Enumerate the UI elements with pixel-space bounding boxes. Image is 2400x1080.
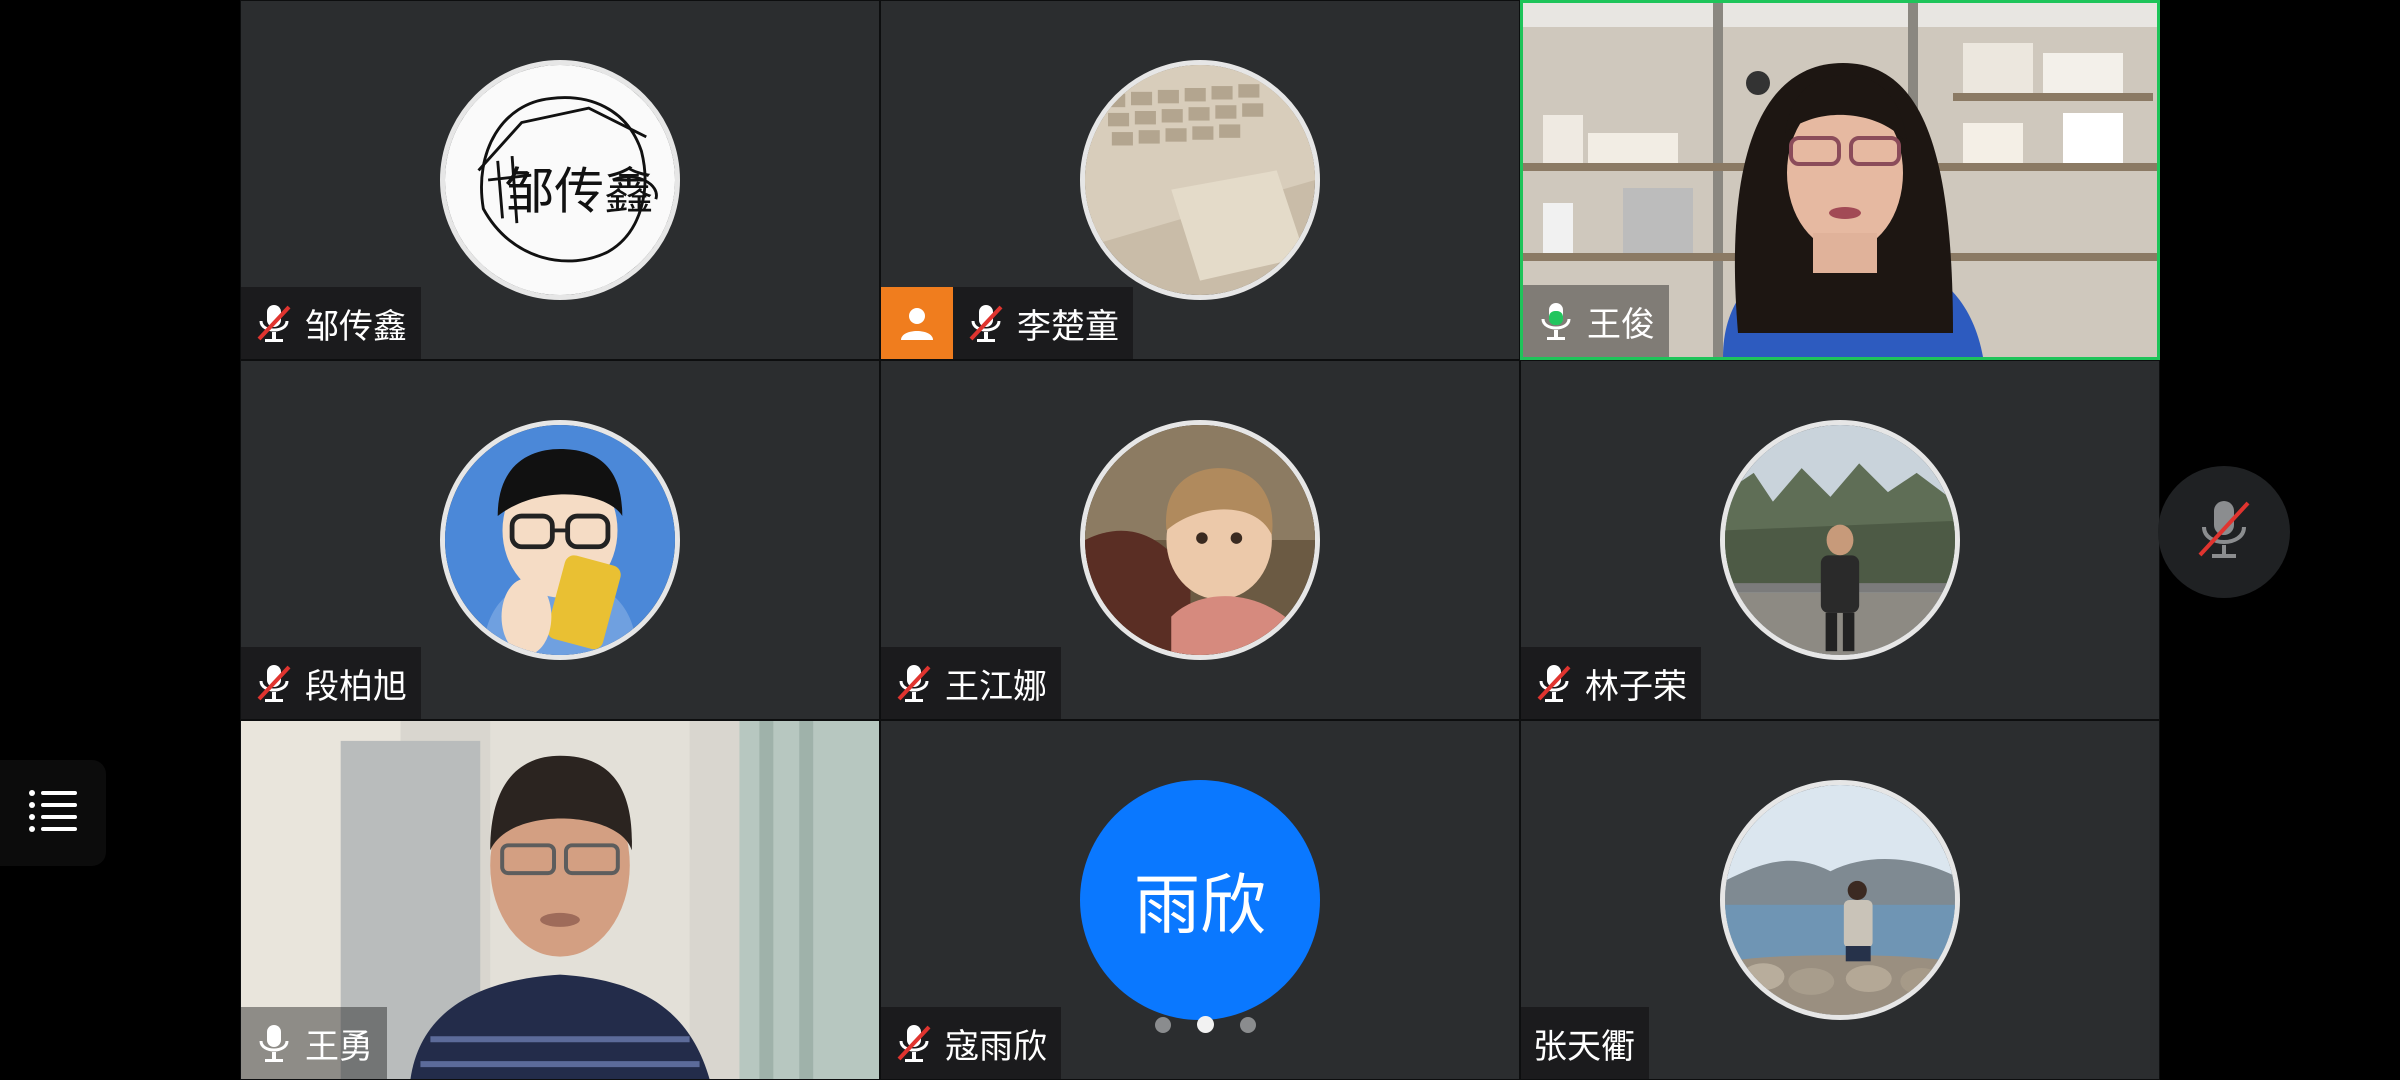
page-dot-current[interactable] — [1197, 1016, 1214, 1033]
participant-tile[interactable]: 段柏旭 — [240, 360, 880, 720]
name-label: 段柏旭 — [241, 647, 421, 719]
participant-avatar — [1720, 780, 1960, 1020]
list-icon — [27, 787, 79, 839]
mic-muted-icon — [893, 1021, 935, 1065]
video-grid: 邹传鑫 邹传鑫 李楚童 王俊 段柏旭 王江娜 林子荣 王勇 雨欣 寇雨欣 张天衢 — [240, 0, 2160, 1080]
name-label: 李楚童 — [881, 287, 1133, 359]
participant-name: 寇雨欣 — [945, 1026, 1047, 1067]
mic-icon — [253, 1021, 295, 1065]
page-dot[interactable] — [1155, 1016, 1171, 1033]
participant-avatar — [1080, 60, 1320, 300]
name-label: 王勇 — [241, 1007, 387, 1079]
name-label: 寇雨欣 — [881, 1007, 1061, 1079]
mic-muted-icon — [965, 301, 1007, 345]
mic-muted-icon — [893, 661, 935, 705]
name-label: 王江娜 — [881, 647, 1061, 719]
participant-name: 段柏旭 — [305, 666, 407, 707]
participant-tile[interactable]: 王江娜 — [880, 360, 1520, 720]
participant-name: 王勇 — [305, 1026, 373, 1067]
participant-tile[interactable]: 张天衢 — [1520, 720, 2160, 1080]
participant-name: 李楚童 — [1017, 306, 1119, 347]
mic-muted-icon — [2192, 495, 2256, 569]
page-indicator[interactable] — [1155, 1016, 1256, 1033]
participant-tile[interactable]: 王勇 — [240, 720, 880, 1080]
participant-avatar — [1080, 420, 1320, 660]
mic-muted-icon — [253, 661, 295, 705]
mute-toggle-button[interactable] — [2158, 466, 2290, 598]
participant-name: 邹传鑫 — [305, 306, 407, 347]
participant-tile[interactable]: 林子荣 — [1520, 360, 2160, 720]
participant-avatar — [440, 420, 680, 660]
initials-avatar: 雨欣 — [1080, 780, 1320, 1020]
name-label: 林子荣 — [1521, 647, 1701, 719]
doodle-text: 邹传鑫 — [504, 163, 653, 221]
mic-muted-icon — [253, 301, 295, 345]
participant-name: 张天衢 — [1533, 1026, 1635, 1067]
participant-name: 王江娜 — [945, 666, 1047, 707]
name-label: 王俊 — [1523, 285, 1669, 357]
name-label: 张天衢 — [1521, 1007, 1649, 1079]
participant-avatar — [1720, 420, 1960, 660]
participant-tile[interactable]: 邹传鑫 邹传鑫 — [240, 0, 880, 360]
participant-name: 林子荣 — [1585, 666, 1687, 707]
person-icon — [881, 287, 953, 359]
participant-name: 王俊 — [1587, 304, 1655, 345]
name-label: 邹传鑫 — [241, 287, 421, 359]
mic-muted-icon — [1533, 661, 1575, 705]
participant-tile-active[interactable]: 王俊 — [1520, 0, 2160, 360]
participant-tile[interactable]: 李楚童 — [880, 0, 1520, 360]
page-dot[interactable] — [1240, 1016, 1256, 1033]
participant-avatar: 邹传鑫 — [440, 60, 680, 300]
participant-list-button[interactable] — [0, 760, 106, 866]
mic-speaking-icon — [1535, 299, 1577, 343]
